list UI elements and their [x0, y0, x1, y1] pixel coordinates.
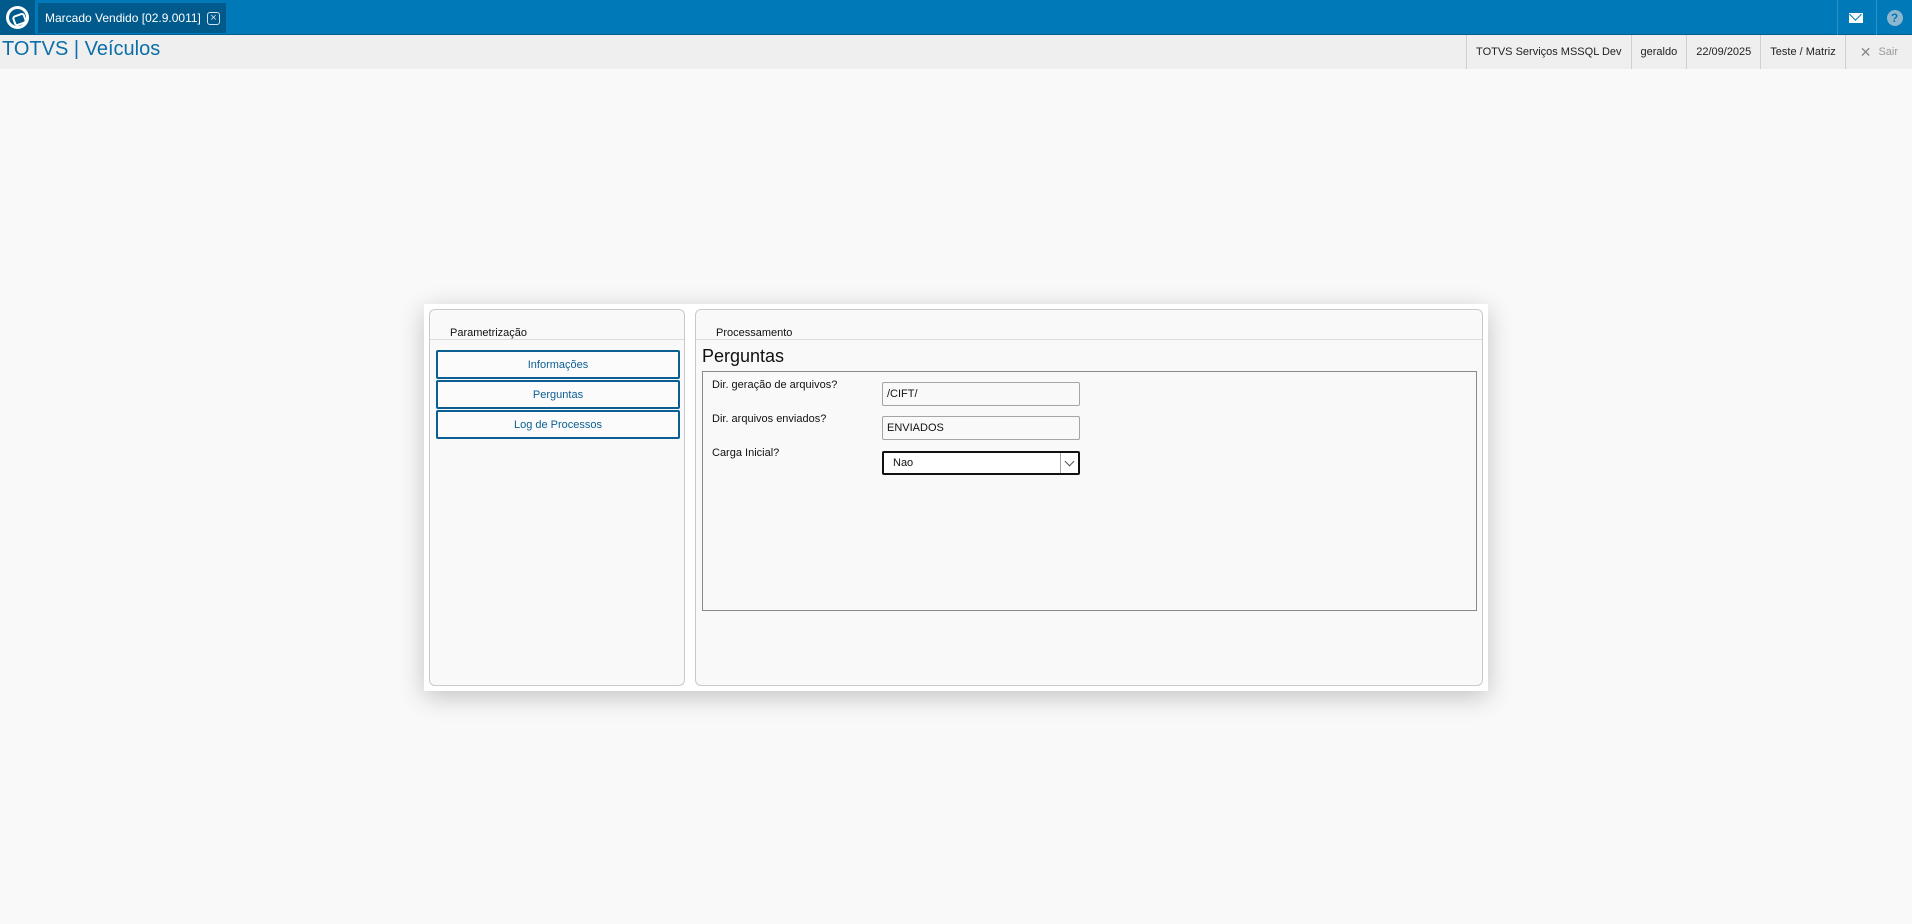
carga-inicial-select[interactable]: Nao [882, 451, 1080, 475]
question-label: Carga Inicial? [712, 447, 780, 459]
dir-geracao-input[interactable]: /CIFT/ [882, 382, 1080, 406]
close-icon[interactable]: × [206, 11, 220, 25]
close-icon: ✕ [1859, 43, 1872, 60]
informacoes-button[interactable]: Informações [436, 350, 680, 379]
tab-marcado-vendido[interactable]: Marcado Vendido [02.9.0011] × [38, 3, 226, 33]
chevron-down-icon[interactable] [1060, 453, 1078, 473]
panel-title: Processamento [716, 327, 793, 339]
date-label[interactable]: 22/09/2025 [1686, 35, 1760, 69]
panel-title: Parametrização [450, 327, 528, 339]
questions-form: Dir. geração de arquivos? /CIFT/ Dir. ar… [702, 371, 1477, 611]
help-icon[interactable]: ? [1876, 0, 1912, 35]
processamento-panel: Processamento Perguntas Dir. geração de … [695, 309, 1483, 686]
mail-icon[interactable] [1837, 0, 1873, 35]
parametrizacao-panel: Parametrização Informações Perguntas Log… [429, 309, 685, 686]
company-label[interactable]: Teste / Matriz [1760, 35, 1844, 69]
environment-label[interactable]: TOTVS Serviços MSSQL Dev [1466, 35, 1630, 69]
divider [696, 339, 1482, 340]
totvs-logo-icon[interactable] [0, 0, 35, 35]
header-info: TOTVS Serviços MSSQL Dev geraldo 22/09/2… [1466, 35, 1912, 69]
tab-label: Marcado Vendido [02.9.0011] [45, 11, 201, 25]
question-label: Dir. arquivos enviados? [712, 413, 827, 425]
exit-label: Sair [1878, 46, 1898, 58]
help-glyph: ? [1886, 9, 1903, 26]
dir-enviados-input[interactable]: ENVIADOS [882, 416, 1080, 440]
dialog: Parametrização Informações Perguntas Log… [424, 304, 1488, 691]
question-label: Dir. geração de arquivos? [712, 379, 838, 391]
header-bar: TOTVS | Veículos TOTVS Serviços MSSQL De… [0, 35, 1912, 69]
top-bar: Marcado Vendido [02.9.0011] × ? [0, 0, 1912, 35]
perguntas-button[interactable]: Perguntas [436, 380, 680, 409]
app-title: TOTVS | Veículos [2, 38, 161, 60]
section-title: Perguntas [702, 346, 785, 366]
exit-button[interactable]: ✕ Sair [1844, 35, 1912, 69]
select-value: Nao [893, 457, 914, 469]
log-de-processos-button[interactable]: Log de Processos [436, 410, 680, 439]
divider [430, 339, 684, 340]
user-label[interactable]: geraldo [1630, 35, 1687, 69]
